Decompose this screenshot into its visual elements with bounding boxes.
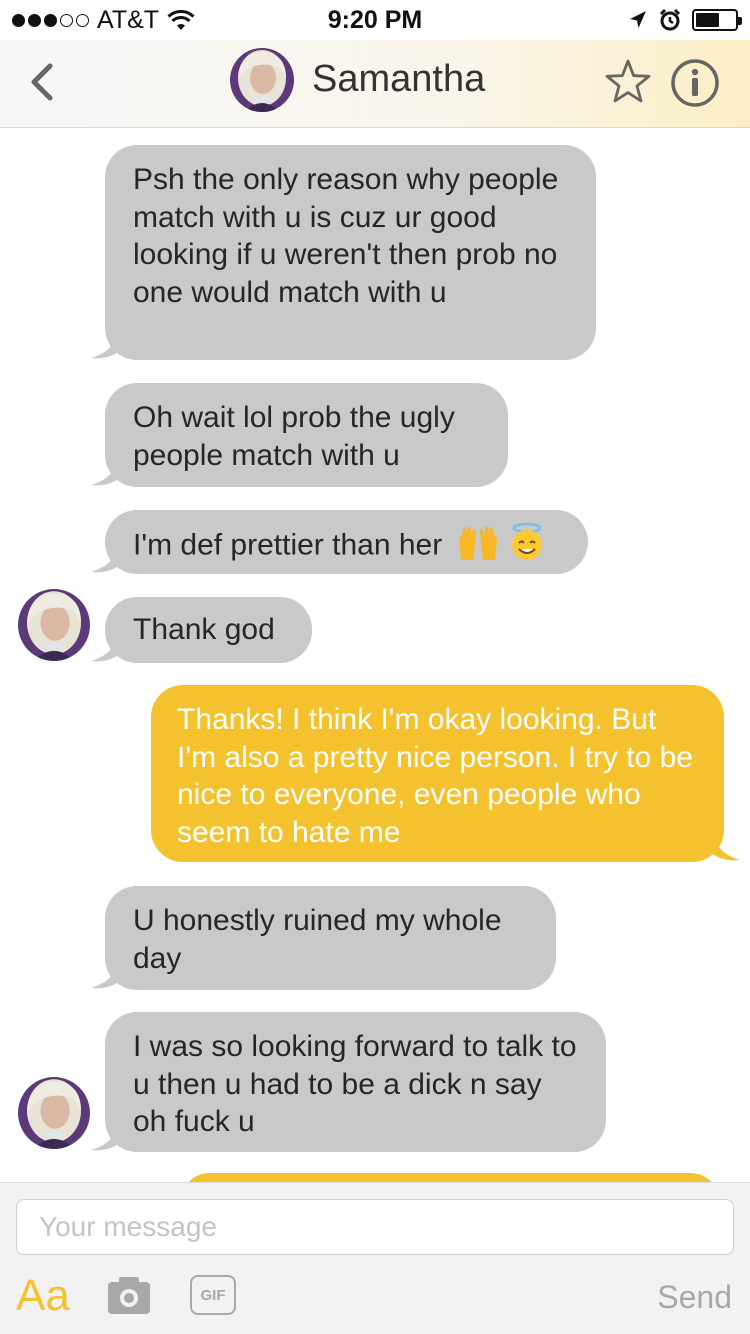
message-composer: Aa GIF Send: [0, 1182, 750, 1334]
message-text: U honestly ruined my whole day: [133, 904, 502, 975]
message-text: Thank god: [133, 613, 275, 646]
message-text: Thanks! I think I'm okay looking. But I'…: [177, 703, 693, 849]
camera-icon[interactable]: [106, 1273, 152, 1317]
sender-avatar[interactable]: [18, 1077, 90, 1149]
status-bar: AT&T 9:20 PM: [0, 0, 750, 40]
contact-name[interactable]: Samantha: [312, 58, 485, 101]
bubble-tail: [91, 330, 121, 359]
bubble-tail: [91, 1122, 121, 1151]
message-input-container[interactable]: [16, 1199, 734, 1255]
incoming-message[interactable]: I was so looking forward to talk to u th…: [91, 1012, 606, 1152]
bubble-tail: [710, 832, 740, 861]
message-text: I was so looking forward to talk to u th…: [133, 1030, 577, 1138]
avatar-photo: [18, 589, 90, 661]
status-bar-right: [628, 8, 742, 32]
bubble-tail: [91, 960, 121, 989]
incoming-message[interactable]: U honestly ruined my whole day: [91, 886, 556, 990]
incoming-message[interactable]: Thank god: [91, 597, 312, 663]
send-button[interactable]: Send: [657, 1279, 732, 1316]
message-thread[interactable]: Psh the only reason why people match wit…: [0, 129, 750, 1182]
raised-hands-emoji: [458, 526, 497, 560]
incoming-message[interactable]: Oh wait lol prob the ugly people match w…: [91, 383, 508, 487]
text-format-button[interactable]: Aa: [16, 1271, 70, 1321]
conversation-header: Samantha: [0, 40, 750, 128]
back-button[interactable]: [24, 60, 64, 104]
sender-avatar[interactable]: [18, 589, 90, 661]
bubble-tail: [91, 544, 121, 573]
emoji-group: [457, 522, 547, 572]
contact-avatar[interactable]: [230, 48, 294, 112]
alarm-icon: [659, 8, 681, 31]
message-text: I'm def prettier than her: [133, 528, 443, 562]
avatar-photo: [230, 48, 294, 112]
message-text: Psh the only reason why people match wit…: [133, 163, 559, 309]
outgoing-message-partial[interactable]: [180, 1173, 720, 1182]
outgoing-message[interactable]: Thanks! I think I'm okay looking. But I'…: [151, 685, 740, 862]
halo-face-emoji: [511, 522, 542, 560]
incoming-message[interactable]: I'm def prettier than her: [91, 510, 588, 574]
location-arrow-icon: [630, 11, 646, 28]
incoming-message[interactable]: Psh the only reason why people match wit…: [91, 145, 596, 360]
message-text: Oh wait lol prob the ugly people match w…: [133, 401, 455, 472]
gif-button[interactable]: GIF: [190, 1275, 236, 1315]
star-icon[interactable]: [604, 58, 652, 106]
info-icon[interactable]: [670, 58, 720, 108]
message-input[interactable]: [17, 1200, 733, 1254]
bubble-tail: [91, 457, 121, 486]
bubble-tail: [91, 633, 121, 662]
battery-icon: [692, 9, 742, 31]
avatar-photo: [18, 1077, 90, 1149]
battery-level: [696, 13, 719, 27]
